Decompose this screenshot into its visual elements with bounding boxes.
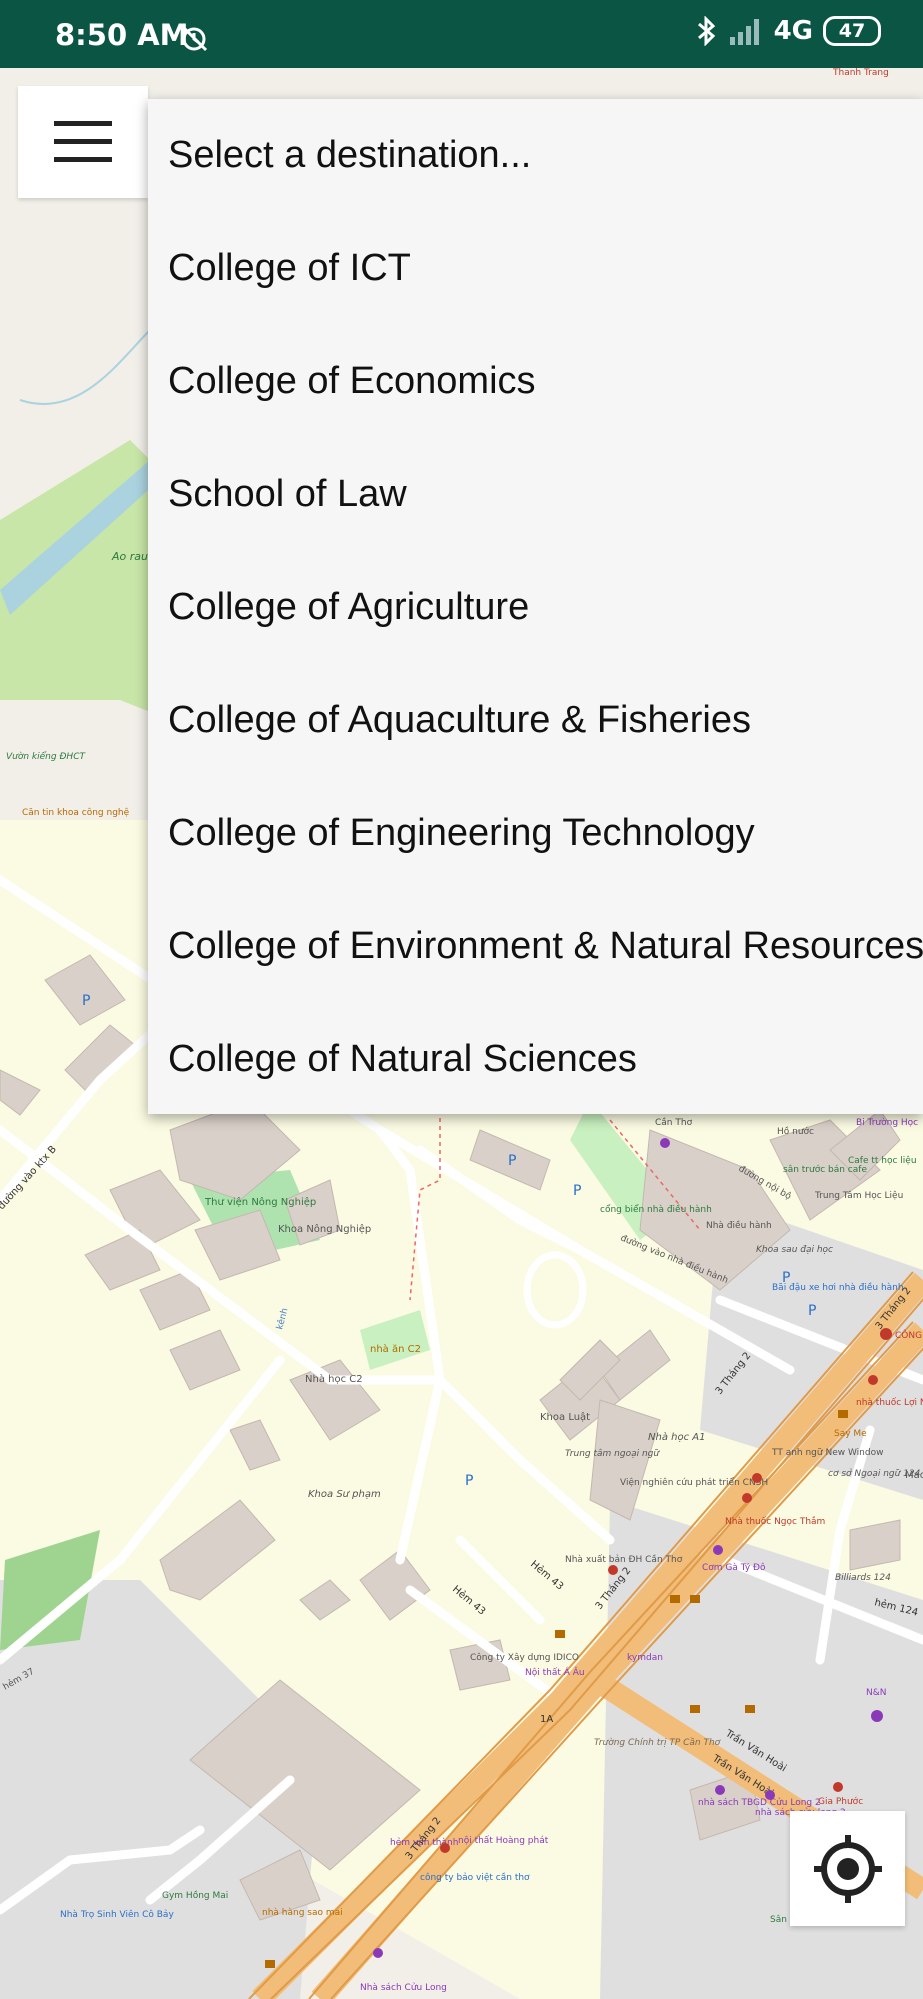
- parking-icon: P: [82, 993, 90, 1009]
- map-label: Cơm Gà Tý Đô: [702, 1562, 766, 1573]
- map-label: nhà hàng sao mai: [262, 1908, 343, 1918]
- map-label: TT anh ngữ New Window: [771, 1448, 883, 1458]
- map-label: Nhà học A1: [648, 1431, 705, 1443]
- map-label: Nhà học C2: [305, 1373, 363, 1385]
- signal-icon: [729, 19, 759, 45]
- map-label: nhà thuốc Lợi Nhân: [856, 1397, 923, 1408]
- crosshair-location-icon: [813, 1834, 882, 1903]
- parking-icon: P: [465, 1473, 473, 1489]
- map-label: kymdan: [627, 1653, 663, 1663]
- map-label: Trường Chính trị TP Cần Thơ: [594, 1737, 721, 1748]
- alarm-off-icon: [180, 24, 208, 52]
- map-label: Công ty Xây dựng IDICO: [470, 1652, 579, 1663]
- status-time: 8:50 AM: [55, 18, 189, 52]
- dropdown-item-engineering[interactable]: College of Engineering Technology: [148, 777, 923, 890]
- map-label: Khoa sau đại học: [756, 1245, 833, 1255]
- map-label: Khoa Sư phạm: [308, 1489, 381, 1500]
- status-bar: 8:50 AM 4G 47: [0, 0, 923, 68]
- map-label: Nhà sách Cửu Long: [360, 1982, 447, 1993]
- parking-icon: P: [508, 1153, 516, 1169]
- map-label: nội thất Hoàng phát: [458, 1835, 549, 1846]
- parking-icon: P: [782, 1270, 790, 1286]
- destination-dropdown: Select a destination... College of ICT C…: [148, 99, 923, 1114]
- map-label: Căn tin khoa công nghệ: [22, 807, 130, 818]
- map-label: Thư viện Nông Nghiệp: [204, 1196, 316, 1208]
- map-label: Billiards 124: [835, 1573, 891, 1583]
- status-icons: 4G 47: [696, 16, 881, 46]
- map-label: Khoa Luật: [540, 1411, 590, 1423]
- map-label: Cafe tt học liệu: [848, 1155, 917, 1166]
- map-label: Vườn kiểng ĐHCT: [6, 751, 86, 762]
- map-label: Trung tâm ngoại ngữ: [565, 1449, 660, 1459]
- map-label: Trung Tâm Học Liệu: [814, 1190, 903, 1201]
- dropdown-item-natural-sciences[interactable]: College of Natural Sciences: [148, 1003, 923, 1116]
- map-label: nhà ăn C2: [370, 1343, 421, 1355]
- map-label: Thanh Trang: [832, 68, 889, 78]
- dropdown-item-aquaculture[interactable]: College of Aquaculture & Fisheries: [148, 664, 923, 777]
- map-label: Viện nghiên cứu phát triển CNSH: [620, 1477, 768, 1488]
- dropdown-item-law[interactable]: School of Law: [148, 438, 923, 551]
- parking-icon: P: [808, 1303, 816, 1319]
- dropdown-item-ict[interactable]: College of ICT: [148, 212, 923, 325]
- map-label: Hồ nước: [777, 1126, 814, 1137]
- my-location-button[interactable]: [790, 1811, 905, 1926]
- bluetooth-icon: [697, 16, 715, 46]
- map-label: Nhà thuốc Ngọc Thắm: [725, 1516, 825, 1527]
- map-label: CÔNG: [895, 1329, 922, 1341]
- dropdown-item-environment[interactable]: College of Environment & Natural Resourc…: [148, 890, 923, 1003]
- dropdown-item-placeholder[interactable]: Select a destination...: [148, 99, 923, 212]
- road-label: 1A: [540, 1714, 553, 1725]
- hamburger-menu-icon: [54, 121, 112, 162]
- map-label: Bãi đậu xe hơi nhà điều hành: [772, 1282, 904, 1293]
- map-label: Nhà điều hành: [706, 1220, 772, 1231]
- map-label: nhà sách TBGD Cửu Long 2: [698, 1797, 821, 1808]
- map-label: Nội thất Á Âu: [525, 1666, 585, 1678]
- dropdown-item-economics[interactable]: College of Economics: [148, 325, 923, 438]
- map-label: Mac: [905, 1470, 923, 1481]
- map-label: Gym Hồng Mai: [162, 1890, 228, 1901]
- map-label: Cần Thơ: [655, 1117, 693, 1128]
- parking-icon: P: [573, 1183, 581, 1199]
- map-label: công ty bảo việt cần thơ: [420, 1872, 530, 1883]
- battery-icon: 47: [823, 16, 881, 46]
- map-label: cổng biển nhà điều hành: [600, 1204, 712, 1215]
- map-label: Gia Phước: [818, 1796, 863, 1807]
- menu-button[interactable]: [18, 86, 148, 198]
- map-label: Nhà xuất bản ĐH Cần Thơ: [565, 1554, 683, 1565]
- network-type: 4G: [773, 16, 813, 46]
- battery-level: 47: [838, 20, 866, 42]
- map-label: Bi Trường Học: [856, 1117, 918, 1128]
- map-label: Nhà Trọ Sinh Viên Cô Bảy: [60, 1909, 174, 1920]
- map-label: N&N: [866, 1688, 886, 1698]
- map-label: Say Me: [834, 1429, 867, 1439]
- dropdown-item-agriculture[interactable]: College of Agriculture: [148, 551, 923, 664]
- map-label: Khoa Nông Nghiệp: [278, 1223, 371, 1235]
